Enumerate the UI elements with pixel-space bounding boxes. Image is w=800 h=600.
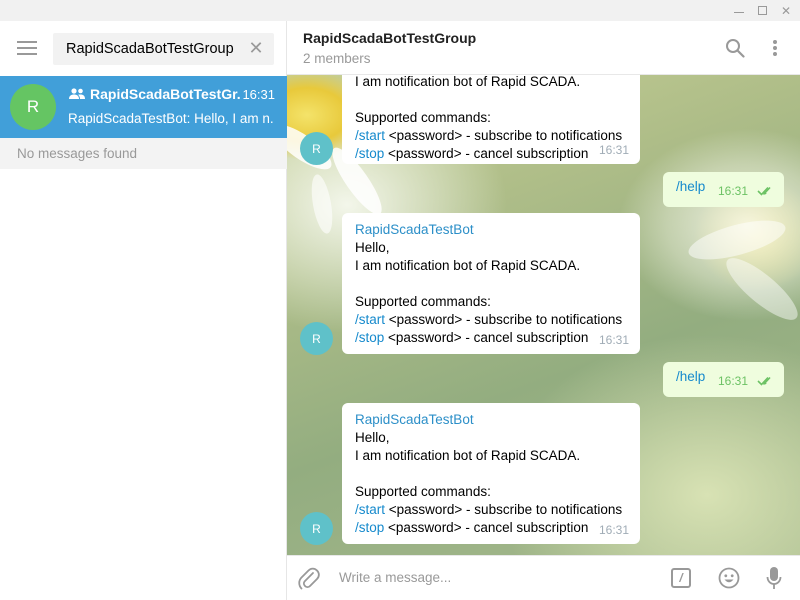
- chat-panel: RapidScadaBotTestGroup 2 members R I am …: [287, 21, 800, 600]
- background-petal: [718, 249, 800, 329]
- message-bubble: I am notification bot of Rapid SCADA. Su…: [342, 75, 640, 164]
- command-description: <password> - subscribe to notifications: [385, 312, 623, 327]
- message-composer: Write a message... /: [287, 555, 800, 600]
- minimize-icon: [734, 12, 744, 13]
- message-time: 16:31: [598, 143, 629, 157]
- command-description: <password> - cancel subscription: [384, 146, 589, 161]
- avatar[interactable]: R: [300, 512, 333, 545]
- avatar[interactable]: R: [300, 322, 333, 355]
- clear-search-icon[interactable]: ✕: [246, 39, 266, 59]
- command-description: <password> - subscribe to notifications: [385, 502, 623, 517]
- sidebar-header: RapidScadaBotTestGroup ✕: [0, 21, 287, 76]
- chat-preview: RapidScadaTestBot: Hello, I am n...: [68, 111, 274, 126]
- maximize-button[interactable]: [751, 0, 773, 21]
- command-link[interactable]: /stop: [355, 330, 384, 345]
- message-history[interactable]: R I am notification bot of Rapid SCADA. …: [287, 75, 800, 555]
- chat-list-item[interactable]: R RapidScadaBotTestGr... 16:31 RapidScad…: [0, 76, 287, 138]
- no-messages-label: No messages found: [0, 138, 287, 169]
- message-line: Supported commands:: [355, 484, 491, 499]
- chat-header[interactable]: RapidScadaBotTestGroup 2 members: [287, 21, 800, 75]
- command-link[interactable]: /help: [676, 369, 705, 384]
- maximize-icon: [757, 6, 767, 15]
- command-link[interactable]: /stop: [355, 146, 384, 161]
- message-line: Supported commands:: [355, 110, 491, 125]
- sidebar: RapidScadaBotTestGroup ✕ R RapidScadaBot…: [0, 21, 287, 600]
- message-line: I am notification bot of Rapid SCADA.: [355, 75, 581, 89]
- message-time: 16:31: [598, 333, 629, 347]
- command-link[interactable]: /help: [676, 179, 705, 194]
- message-time: 16:31: [718, 184, 749, 198]
- emoji-icon[interactable]: [718, 567, 740, 589]
- message-input[interactable]: Write a message...: [339, 570, 451, 585]
- page-title: RapidScadaBotTestGroup: [303, 30, 477, 46]
- command-link[interactable]: /start: [355, 502, 385, 517]
- search-icon[interactable]: [725, 38, 745, 58]
- avatar[interactable]: R: [300, 132, 333, 165]
- microphone-icon[interactable]: [766, 566, 782, 590]
- window-titlebar: ✕: [0, 0, 800, 21]
- group-icon: [69, 88, 85, 99]
- background-petal: [307, 172, 337, 236]
- command-description: <password> - subscribe to notifications: [385, 128, 623, 143]
- menu-icon[interactable]: [17, 41, 37, 55]
- message-bubble: RapidScadaTestBot Hello, I am notificati…: [342, 403, 640, 544]
- bot-commands-icon[interactable]: /: [671, 568, 691, 588]
- members-count: 2 members: [303, 51, 371, 66]
- close-window-button[interactable]: ✕: [775, 0, 797, 21]
- command-link[interactable]: /start: [355, 312, 385, 327]
- command-link[interactable]: /stop: [355, 520, 384, 535]
- command-description: <password> - cancel subscription: [384, 520, 589, 535]
- outgoing-message: /help 16:31: [663, 362, 784, 397]
- minimize-button[interactable]: [728, 0, 750, 21]
- command-description: <password> - cancel subscription: [384, 330, 589, 345]
- search-input[interactable]: RapidScadaBotTestGroup ✕: [53, 33, 274, 65]
- message-time: 16:31: [718, 374, 749, 388]
- more-options-icon[interactable]: [773, 40, 777, 56]
- message-line: Supported commands:: [355, 294, 491, 309]
- read-checkmarks-icon: [757, 186, 771, 196]
- message-sender[interactable]: RapidScadaTestBot: [355, 221, 627, 239]
- avatar: R: [10, 84, 56, 130]
- chat-title: RapidScadaBotTestGr...: [90, 86, 240, 102]
- read-checkmarks-icon: [757, 376, 771, 386]
- message-time: 16:31: [598, 523, 629, 537]
- message-line: Hello,: [355, 240, 390, 255]
- message-bubble: RapidScadaTestBot Hello, I am notificati…: [342, 213, 640, 354]
- message-line: I am notification bot of Rapid SCADA.: [355, 448, 581, 463]
- outgoing-message: /help 16:31: [663, 172, 784, 207]
- command-link[interactable]: /start: [355, 128, 385, 143]
- message-line: Hello,: [355, 430, 390, 445]
- attach-icon[interactable]: [298, 567, 320, 591]
- search-value: RapidScadaBotTestGroup: [66, 41, 234, 57]
- message-line: I am notification bot of Rapid SCADA.: [355, 258, 581, 273]
- close-icon: ✕: [780, 3, 792, 18]
- chat-time: 16:31: [242, 87, 275, 102]
- message-sender[interactable]: RapidScadaTestBot: [355, 411, 627, 429]
